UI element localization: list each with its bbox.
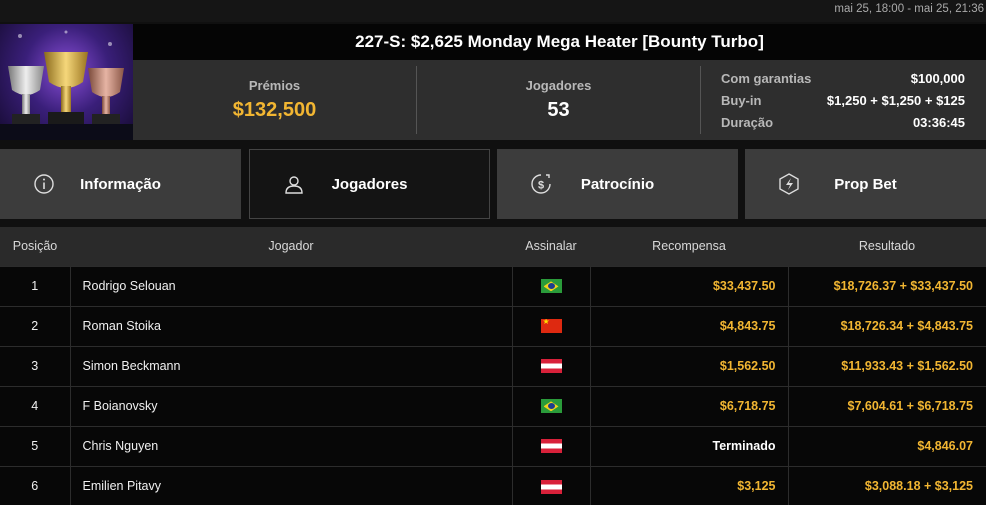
result-cell: $18,726.37 + $33,437.50 <box>787 266 986 306</box>
detail-row-buyin: Buy-in $1,250 + $1,250 + $125 <box>721 90 965 112</box>
tournament-summary: Prémios $132,500 Jogadores 53 Com garant… <box>133 60 986 140</box>
tab-information[interactable]: Informação <box>0 149 241 219</box>
user-icon <box>285 176 303 194</box>
tab-sponsorship[interactable]: $ Patrocínio <box>497 149 738 219</box>
tab-label: Jogadores <box>331 175 408 193</box>
info-icon <box>34 174 54 194</box>
reward-cell: $6,718.75 <box>589 386 788 426</box>
position-cell: 1 <box>31 279 39 293</box>
position-cell: 2 <box>31 319 39 333</box>
flag-cell <box>511 466 590 505</box>
table-row[interactable]: 5 Chris Nguyen Terminado $4,846.07 <box>0 426 986 466</box>
table-row[interactable]: 4 F Boianovsky $6,718.75 $7,604.61 + $6,… <box>0 386 986 426</box>
player-name[interactable]: Roman Stoika <box>69 306 512 346</box>
table-row[interactable]: 3 Simon Beckmann $1,562.50 $11,933.43 + … <box>0 346 986 386</box>
lightning-hexagon-icon <box>779 173 799 195</box>
tab-label: Prop Bet <box>834 175 897 193</box>
austria-flag-icon <box>540 439 562 454</box>
player-name[interactable]: Simon Beckmann <box>69 346 512 386</box>
reward-cell: $4,843.75 <box>589 306 788 346</box>
brazil-flag-icon <box>540 399 562 414</box>
position-cell: 4 <box>31 399 39 413</box>
column-header-player[interactable]: Jogador <box>70 227 512 266</box>
player-name[interactable]: Emilien Pitavy <box>69 466 512 505</box>
tab-label: Patrocínio <box>580 175 655 193</box>
column-header-reward[interactable]: Recompensa <box>590 227 788 266</box>
position-cell: 5 <box>31 439 39 453</box>
reward-cell: $1,562.50 <box>589 346 788 386</box>
detail-row-duration: Duração 03:36:45 <box>721 112 965 134</box>
result-cell: $4,846.07 <box>787 426 986 466</box>
flag-cell <box>511 426 590 466</box>
flag-cell <box>511 266 590 306</box>
players-label: Jogadores <box>525 78 592 93</box>
dollar-coin-icon: $ <box>531 174 551 194</box>
table-header-row: Posição Jogador Assinalar Recompensa Res… <box>0 227 986 266</box>
tab-players[interactable]: Jogadores <box>249 149 490 219</box>
divider <box>700 66 701 134</box>
tab-label: Informação <box>80 175 161 193</box>
table-row[interactable]: 2 Roman Stoika $4,843.75 $18,726.34 + $4… <box>0 306 986 346</box>
reward-cell: $33,437.50 <box>589 266 788 306</box>
brazil-flag-icon <box>540 279 562 294</box>
svg-text:$: $ <box>538 180 544 192</box>
column-header-position[interactable]: Posição <box>0 227 70 266</box>
prizes-value: $132,500 <box>232 99 317 121</box>
table-row[interactable]: 6 Emilien Pitavy $3,125 $3,088.18 + $3,1… <box>0 466 986 505</box>
player-name[interactable]: Chris Nguyen <box>69 426 512 466</box>
detail-label: Com garantias <box>721 71 812 86</box>
detail-label: Duração <box>721 115 774 130</box>
position-cell: 3 <box>31 359 39 373</box>
detail-value: $1,250 + $1,250 + $125 <box>826 93 965 108</box>
details-block: Com garantias $100,000 Buy-in $1,250 + $… <box>721 68 965 134</box>
player-name[interactable]: Rodrigo Selouan <box>69 266 512 306</box>
players-count: 53 <box>547 99 570 121</box>
results-table: Posição Jogador Assinalar Recompensa Res… <box>0 227 986 505</box>
trophies-image <box>0 24 133 140</box>
prizes-label: Prémios <box>248 78 301 93</box>
player-name[interactable]: F Boianovsky <box>69 386 512 426</box>
result-cell: $7,604.61 + $6,718.75 <box>787 386 986 426</box>
prizes-block: Prémios $132,500 <box>133 60 416 140</box>
tournament-title: 227-S: $2,625 Monday Mega Heater [Bounty… <box>133 24 986 60</box>
date-range: mai 25, 18:00 - mai 25, 21:36 <box>834 3 984 15</box>
trophies-icon <box>0 30 133 140</box>
result-cell: $18,726.34 + $4,843.75 <box>787 306 986 346</box>
top-bar: mai 25, 18:00 - mai 25, 21:36 <box>0 0 986 22</box>
flag-cell <box>511 386 590 426</box>
position-cell: 6 <box>31 479 39 494</box>
detail-row-guarantee: Com garantias $100,000 <box>721 68 965 90</box>
reward-cell: Terminado <box>589 426 788 466</box>
column-header-result[interactable]: Resultado <box>788 227 986 266</box>
table-row[interactable]: 1 Rodrigo Selouan $33,437.50 $18,726.37 … <box>0 266 986 306</box>
detail-value: 03:36:45 <box>912 115 965 130</box>
detail-label: Buy-in <box>721 93 762 108</box>
reward-cell: $3,125 <box>589 466 788 505</box>
austria-flag-icon <box>540 359 562 374</box>
players-block: Jogadores 53 <box>417 60 700 140</box>
flag-cell <box>511 306 590 346</box>
result-cell: $11,933.43 + $1,562.50 <box>787 346 986 386</box>
detail-value: $100,000 <box>910 71 965 86</box>
austria-flag-icon <box>540 479 562 494</box>
result-cell: $3,088.18 + $3,125 <box>787 466 986 505</box>
china-flag-icon <box>540 319 562 334</box>
tab-bar: Informação Jogadores $ Patrocínio Prop B… <box>0 149 986 219</box>
flag-cell <box>511 346 590 386</box>
column-header-flag[interactable]: Assinalar <box>512 227 590 266</box>
tab-prop-bet[interactable]: Prop Bet <box>745 149 986 219</box>
